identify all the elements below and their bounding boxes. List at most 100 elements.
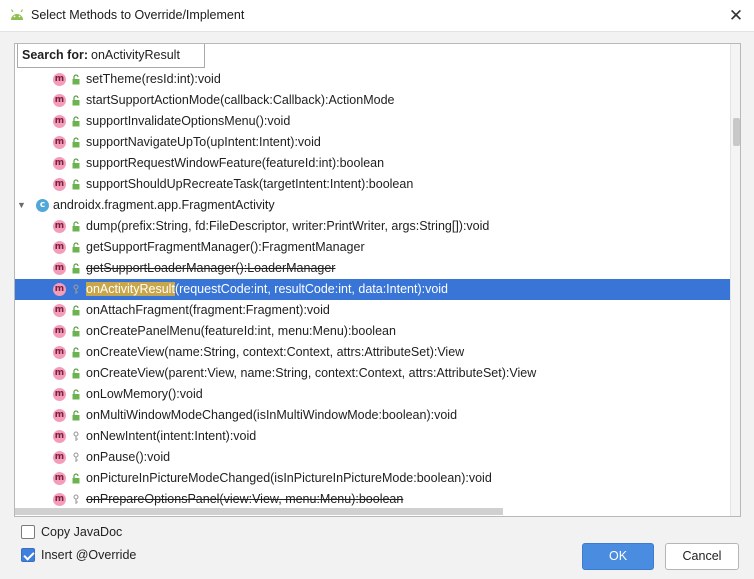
- method-icon: m: [53, 451, 66, 464]
- protected-key-icon: [73, 431, 79, 441]
- tree-method-row[interactable]: m onMultiWindowModeChanged(isInMultiWindo…: [15, 405, 730, 426]
- ok-button[interactable]: OK: [582, 543, 654, 570]
- insert-override-checkbox[interactable]: [21, 548, 35, 562]
- class-name: androidx.fragment.app.FragmentActivity: [53, 198, 275, 212]
- method-icon: m: [53, 157, 66, 170]
- public-lock-icon: [72, 95, 80, 106]
- method-signature: supportShouldUpRecreateTask(targetIntent…: [86, 177, 414, 191]
- close-icon[interactable]: ✕: [726, 6, 746, 26]
- public-lock-icon: [72, 368, 80, 379]
- public-lock-icon: [72, 158, 80, 169]
- tree-method-row[interactable]: m onNewIntent(intent:Intent):void: [15, 426, 730, 447]
- method-signature: onLowMemory():void: [86, 387, 203, 401]
- tree-class-node[interactable]: ▼ c androidx.fragment.app.FragmentActivity: [15, 195, 730, 216]
- method-icon: m: [53, 472, 66, 485]
- search-label: Search for:: [22, 48, 88, 62]
- method-signature: getSupportFragmentManager():FragmentMana…: [86, 240, 365, 254]
- protected-key-icon: [73, 494, 79, 504]
- title-bar: Select Methods to Override/Implement ✕: [0, 0, 754, 32]
- method-signature: setTheme(resId:int):void: [86, 72, 221, 86]
- method-signature: onCreateView(name:String, context:Contex…: [86, 345, 465, 359]
- public-lock-icon: [72, 410, 80, 421]
- public-lock-icon: [72, 221, 80, 232]
- public-lock-icon: [72, 389, 80, 400]
- method-icon: m: [53, 493, 66, 506]
- method-icon: m: [53, 283, 66, 296]
- method-signature: getSupportLoaderManager():LoaderManager: [86, 261, 336, 275]
- vertical-scroll-thumb[interactable]: [733, 118, 740, 146]
- vertical-scrollbar[interactable]: [730, 44, 740, 516]
- method-icon: m: [53, 136, 66, 149]
- public-lock-icon: [72, 137, 80, 148]
- search-input[interactable]: onActivityResult: [91, 44, 180, 67]
- method-icon: m: [53, 262, 66, 275]
- method-icon: m: [53, 430, 66, 443]
- method-icon: m: [53, 178, 66, 191]
- method-icon: m: [53, 325, 66, 338]
- tree-method-row[interactable]: m supportRequestWindowFeature(featureId:i…: [15, 153, 730, 174]
- tree-method-row[interactable]: m supportNavigateUpTo(upIntent:Intent):vo…: [15, 132, 730, 153]
- method-signature: onActivityResult(requestCode:int, result…: [86, 282, 449, 296]
- tree-method-row[interactable]: m onPictureInPictureModeChanged(isInPictu…: [15, 468, 730, 489]
- tree-method-row[interactable]: m onCreateView(name:String, context:Conte…: [15, 342, 730, 363]
- tree-method-row[interactable]: m onCreateView(parent:View, name:String, …: [15, 363, 730, 384]
- method-icon: m: [53, 388, 66, 401]
- horizontal-scroll-thumb[interactable]: [15, 508, 503, 515]
- public-lock-icon: [72, 326, 80, 337]
- public-lock-icon: [72, 74, 80, 85]
- tree-method-row[interactable]: m onCreatePanelMenu(featureId:int, menu:M…: [15, 321, 730, 342]
- method-icon: m: [53, 304, 66, 317]
- method-icon: m: [53, 367, 66, 380]
- method-signature: dump(prefix:String, fd:FileDescriptor, w…: [86, 219, 490, 233]
- horizontal-scrollbar[interactable]: [15, 506, 730, 516]
- public-lock-icon: [72, 305, 80, 316]
- method-signature: supportNavigateUpTo(upIntent:Intent):voi…: [86, 135, 321, 149]
- public-lock-icon: [72, 263, 80, 274]
- tree-method-row[interactable]: m onLowMemory():void: [15, 384, 730, 405]
- tree-method-row[interactable]: m setTheme(resId:int):void: [15, 69, 730, 90]
- insert-override-label[interactable]: Insert @Override: [41, 548, 136, 562]
- method-icon: m: [53, 73, 66, 86]
- tree-method-row[interactable]: m supportShouldUpRecreateTask(targetInten…: [15, 174, 730, 195]
- window-title: Select Methods to Override/Implement: [31, 8, 245, 22]
- method-icon: m: [53, 346, 66, 359]
- method-signature: onNewIntent(intent:Intent):void: [86, 429, 257, 443]
- copy-javadoc-label[interactable]: Copy JavaDoc: [41, 525, 122, 539]
- protected-key-icon: [73, 284, 79, 294]
- public-lock-icon: [72, 473, 80, 484]
- method-signature: onPause():void: [86, 450, 171, 464]
- method-signature: onCreatePanelMenu(featureId:int, menu:Me…: [86, 324, 396, 338]
- method-signature: supportRequestWindowFeature(featureId:in…: [86, 156, 385, 170]
- tree-method-row[interactable]: m onAttachFragment(fragment:Fragment):voi…: [15, 300, 730, 321]
- tree-method-row[interactable]: m onPause():void: [15, 447, 730, 468]
- copy-javadoc-checkbox[interactable]: [21, 525, 35, 539]
- method-signature: onAttachFragment(fragment:Fragment):void: [86, 303, 330, 317]
- public-lock-icon: [72, 179, 80, 190]
- tree-method-row[interactable]: m startSupportActionMode(callback:Callbac…: [15, 90, 730, 111]
- public-lock-icon: [72, 347, 80, 358]
- method-signature: onCreateView(parent:View, name:String, c…: [86, 366, 537, 380]
- tree-method-row[interactable]: m dump(prefix:String, fd:FileDescriptor, …: [15, 216, 730, 237]
- method-signature: supportInvalidateOptionsMenu():void: [86, 114, 291, 128]
- speed-search-popup: Search for: onActivityResult: [17, 44, 205, 68]
- method-icon: m: [53, 241, 66, 254]
- tree-method-row[interactable]: m supportInvalidateOptionsMenu():void: [15, 111, 730, 132]
- search-match-highlight: onActivityResult: [86, 282, 175, 296]
- cancel-button[interactable]: Cancel: [665, 543, 739, 570]
- tree-method-row[interactable]: m getSupportFragmentManager():FragmentMan…: [15, 237, 730, 258]
- class-icon: c: [36, 199, 49, 212]
- protected-key-icon: [73, 452, 79, 462]
- android-studio-icon: [10, 9, 24, 20]
- tree-method-row-selected[interactable]: m onActivityResult(requestCode:int, resul…: [15, 279, 730, 300]
- method-icon: m: [53, 115, 66, 128]
- public-lock-icon: [72, 242, 80, 253]
- method-signature: onMultiWindowModeChanged(isInMultiWindow…: [86, 408, 458, 422]
- method-icon: m: [53, 220, 66, 233]
- method-icon: m: [53, 409, 66, 422]
- methods-tree[interactable]: Search for: onActivityResult m setTheme(r…: [14, 43, 741, 517]
- tree-method-row[interactable]: m getSupportLoaderManager():LoaderManager: [15, 258, 730, 279]
- expand-arrow-icon[interactable]: ▼: [17, 195, 26, 216]
- public-lock-icon: [72, 116, 80, 127]
- method-signature: onPictureInPictureModeChanged(isInPictur…: [86, 471, 492, 485]
- method-signature: startSupportActionMode(callback:Callback…: [86, 93, 395, 107]
